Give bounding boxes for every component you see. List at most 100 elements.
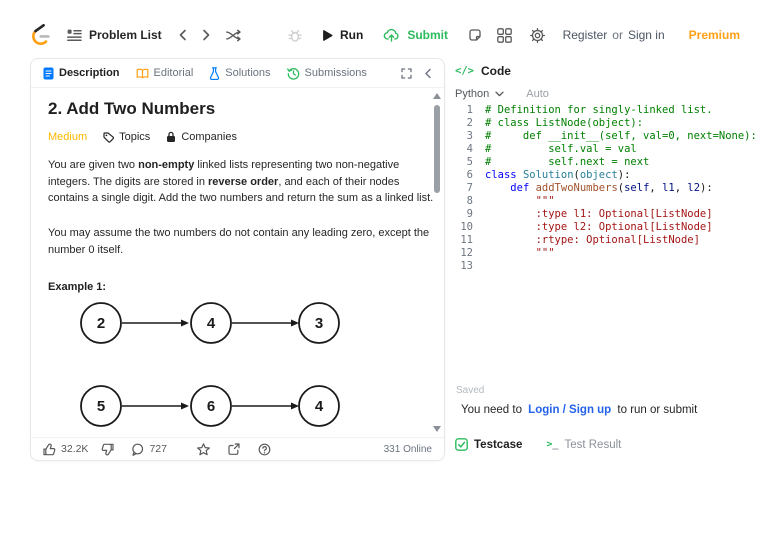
description-tabbar: Description Editorial Solutions [31,59,444,88]
language-label: Python [455,88,489,100]
submit-button[interactable]: Submit [383,28,448,42]
nav-left: Problem List [30,24,256,47]
list1-node-value: 4 [207,315,216,332]
tab-editorial[interactable]: Editorial [136,67,194,79]
dislike-button[interactable] [101,443,114,456]
register-link[interactable]: Register [563,28,608,42]
comment-bubble-icon [131,443,144,456]
language-select[interactable]: Python [455,88,504,100]
code-line[interactable]: 9 :type l1: Optional[ListNode] [455,208,763,221]
linked-list-diagram: 2 4 3 5 6 4 [47,295,347,437]
cloud-upload-icon [383,28,400,42]
terminal-icon: >_ [546,439,558,450]
prev-problem-button[interactable] [178,29,187,41]
notes-icon[interactable] [468,28,482,42]
tab-solutions[interactable]: Solutions [209,67,270,80]
problem-note: You may assume the two numbers do not co… [48,225,436,258]
scrollbar-thumb[interactable] [434,105,440,193]
nav-center: Run Submit [288,28,482,42]
like-button[interactable]: 32.2K [43,443,88,456]
thumbs-up-icon [43,443,56,456]
code-line[interactable]: 10 :type l2: Optional[ListNode] [455,221,763,234]
code-line[interactable]: 1# Definition for singly-linked list. [455,104,763,117]
scroll-down-arrow[interactable] [433,426,441,432]
play-icon [322,29,333,42]
online-count: 331 Online [384,444,432,455]
tab-test-result[interactable]: >_ Test Result [546,439,621,451]
code-line[interactable]: 12 """ [455,247,763,260]
problem-statement: You are given two non-empty linked lists… [48,157,436,207]
console-tabs: Testcase >_ Test Result [455,438,621,451]
flask-icon [209,67,220,80]
tab-description[interactable]: Description [43,67,120,80]
chevron-down-icon [495,91,504,97]
code-line[interactable]: 7 def addTwoNumbers(self, l1, l2): [455,182,763,195]
login-signup-link[interactable]: Login / Sign up [528,404,611,416]
tag-row: Medium Topics Companies [48,131,237,143]
list1-node-value: 3 [315,315,323,332]
code-line[interactable]: 13 [455,260,763,273]
document-icon [43,67,54,80]
code-line[interactable]: 5# self.next = next [455,156,763,169]
code-panel-header: </> Code [455,64,511,78]
companies-button[interactable]: Companies [166,131,237,143]
code-line[interactable]: 4# self.val = val [455,143,763,156]
problem-list-icon [67,28,82,42]
settings-gear-icon[interactable] [530,28,545,43]
tab-testcase[interactable]: Testcase [455,438,522,451]
leetcode-logo-icon[interactable] [30,24,51,47]
code-editor[interactable]: 1# Definition for singly-linked list.2# … [455,104,763,273]
sign-in-link[interactable]: Sign in [628,28,665,42]
auto-button[interactable]: Auto [526,88,549,100]
topics-button[interactable]: Topics [103,131,150,143]
next-problem-button[interactable] [202,29,211,41]
code-line[interactable]: 11 :rtype: Optional[ListNode] [455,234,763,247]
feedback-button[interactable] [258,443,271,456]
panel-actions [401,68,432,79]
scroll-up-arrow[interactable] [433,93,441,99]
code-line[interactable]: 8 """ [455,195,763,208]
difficulty-badge[interactable]: Medium [48,131,87,143]
list1-node-value: 2 [97,315,105,332]
problem-content: 2. Add Two Numbers Medium Topics [31,87,444,438]
top-nav: Problem List Run [30,20,740,50]
list2-node-value: 5 [97,398,105,415]
code-panel-title: Code [481,64,511,78]
code-line[interactable]: 2# class ListNode(object): [455,117,763,130]
code-line[interactable]: 6class Solution(object): [455,169,763,182]
nav-right: Register or Sign in Premium [497,28,740,43]
example1-label: Example 1: [48,281,106,293]
run-label: Run [340,28,363,42]
scrollbar [432,91,442,434]
layout-grid-icon[interactable] [497,28,512,43]
editor-toolbar: Python Auto [455,88,549,100]
problem-footer: 32.2K 727 [31,437,444,460]
description-panel: Description Editorial Solutions [30,58,445,461]
external-link-icon [228,443,240,455]
history-icon [287,67,300,80]
check-square-icon [455,438,468,451]
code-line[interactable]: 3# def __init__(self, val=0, next=None): [455,130,763,143]
premium-link[interactable]: Premium [689,28,740,42]
submit-label: Submit [407,28,448,42]
problem-title: 2. Add Two Numbers [48,99,215,119]
comment-count: 727 [149,443,167,455]
collapse-panel-icon[interactable] [424,68,432,79]
run-button[interactable]: Run [322,28,363,42]
problem-list-button[interactable]: Problem List [67,28,162,42]
shuffle-icon[interactable] [226,29,241,42]
share-button[interactable] [228,443,240,455]
thumbs-down-icon [101,443,114,456]
like-count: 32.2K [61,443,88,455]
list2-node-value: 4 [315,398,324,415]
debug-icon[interactable] [288,28,302,42]
comments-button[interactable]: 727 [131,443,167,456]
or-label: or [612,28,623,42]
tab-submissions[interactable]: Submissions [287,67,367,80]
expand-icon[interactable] [401,68,412,79]
favorite-star-button[interactable] [197,443,210,456]
code-panel: </> Code Python Auto 1# Definition for s… [455,58,763,459]
list2-node-value: 6 [207,398,215,415]
saved-status: Saved [456,385,484,396]
lock-icon [166,131,176,143]
